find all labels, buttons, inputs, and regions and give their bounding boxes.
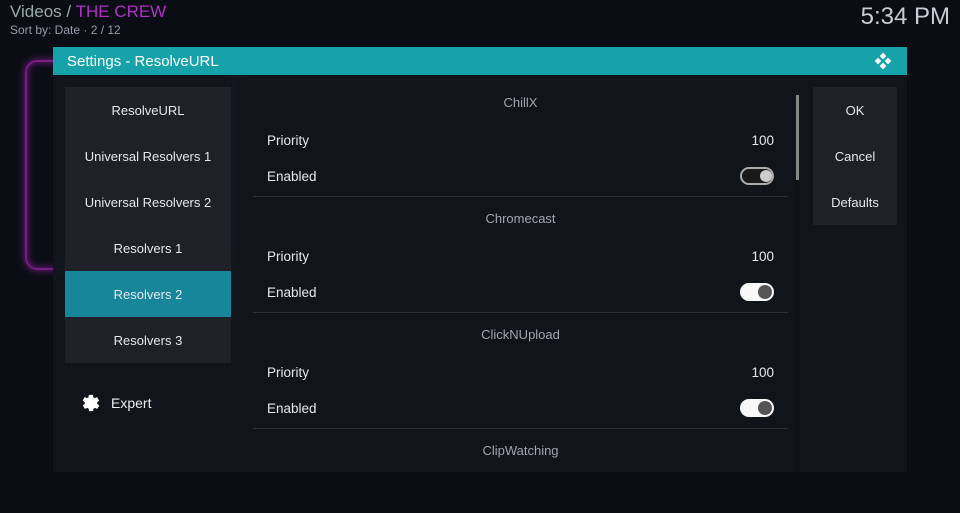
group-header-chromecast: Chromecast xyxy=(253,203,788,238)
breadcrumb-page: THE CREW xyxy=(76,2,167,21)
toggle-switch[interactable] xyxy=(740,167,774,185)
sidebar-item-resolvers-3[interactable]: Resolvers 3 xyxy=(65,317,231,363)
sidebar-item-resolveurl[interactable]: ResolveURL xyxy=(65,87,231,133)
scrollbar[interactable] xyxy=(796,95,799,472)
gear-icon xyxy=(81,393,101,413)
breadcrumb-section: Videos xyxy=(10,2,62,21)
sidebar-item-resolvers-2[interactable]: Resolvers 2 xyxy=(65,271,231,317)
group-header-clicknupload: ClickNUpload xyxy=(253,319,788,354)
settings-content: ChillX Priority 100 Enabled Chromecast P… xyxy=(241,75,805,472)
top-bar: Videos / THE CREW Sort by: Date · 2 / 12… xyxy=(10,0,950,40)
setting-label: Priority xyxy=(267,133,309,148)
divider xyxy=(253,428,788,429)
dialog-title: Settings - ResolveURL xyxy=(67,53,219,70)
defaults-button[interactable]: Defaults xyxy=(813,179,897,225)
settings-level-button[interactable]: Expert xyxy=(65,363,231,423)
toggle-switch[interactable] xyxy=(740,283,774,301)
sidebar: ResolveURL Universal Resolvers 1 Univers… xyxy=(53,75,241,472)
sort-line: Sort by: Date · 2 / 12 xyxy=(10,23,166,37)
settings-scroll-area[interactable]: ChillX Priority 100 Enabled Chromecast P… xyxy=(241,87,796,472)
setting-row-enabled[interactable]: Enabled xyxy=(253,158,788,194)
toggle-switch[interactable] xyxy=(740,399,774,417)
group-header-clipwatching: ClipWatching xyxy=(253,435,788,470)
setting-row-enabled[interactable]: Enabled xyxy=(253,274,788,310)
group-header-chillx: ChillX xyxy=(253,87,788,122)
ok-button[interactable]: OK xyxy=(813,87,897,133)
settings-level-label: Expert xyxy=(111,395,151,411)
setting-value: 100 xyxy=(751,365,774,380)
setting-label: Enabled xyxy=(267,285,317,300)
settings-dialog: Settings - ResolveURL ResolveURL Univers… xyxy=(53,47,907,472)
scrollbar-thumb[interactable] xyxy=(796,95,799,180)
dialog-header: Settings - ResolveURL xyxy=(53,47,907,75)
setting-label: Enabled xyxy=(267,401,317,416)
clock: 5:34 PM xyxy=(861,0,950,40)
setting-row-enabled[interactable]: Enabled xyxy=(253,390,788,426)
divider xyxy=(253,312,788,313)
setting-label: Priority xyxy=(267,365,309,380)
setting-label: Enabled xyxy=(267,169,317,184)
cancel-button[interactable]: Cancel xyxy=(813,133,897,179)
breadcrumb: Videos / THE CREW xyxy=(10,0,166,22)
divider xyxy=(253,196,788,197)
sidebar-item-universal-resolvers-2[interactable]: Universal Resolvers 2 xyxy=(65,179,231,225)
setting-value: 100 xyxy=(751,133,774,148)
setting-row-priority[interactable]: Priority 100 xyxy=(253,122,788,158)
setting-row-priority[interactable]: Priority 100 xyxy=(253,354,788,390)
sidebar-item-resolvers-1[interactable]: Resolvers 1 xyxy=(65,225,231,271)
setting-value: 100 xyxy=(751,249,774,264)
setting-label: Priority xyxy=(267,249,309,264)
setting-row-priority[interactable]: Priority 100 xyxy=(253,238,788,274)
kodi-logo-icon xyxy=(873,51,893,71)
sidebar-item-universal-resolvers-1[interactable]: Universal Resolvers 1 xyxy=(65,133,231,179)
dialog-buttons: OK Cancel Defaults xyxy=(805,75,907,472)
